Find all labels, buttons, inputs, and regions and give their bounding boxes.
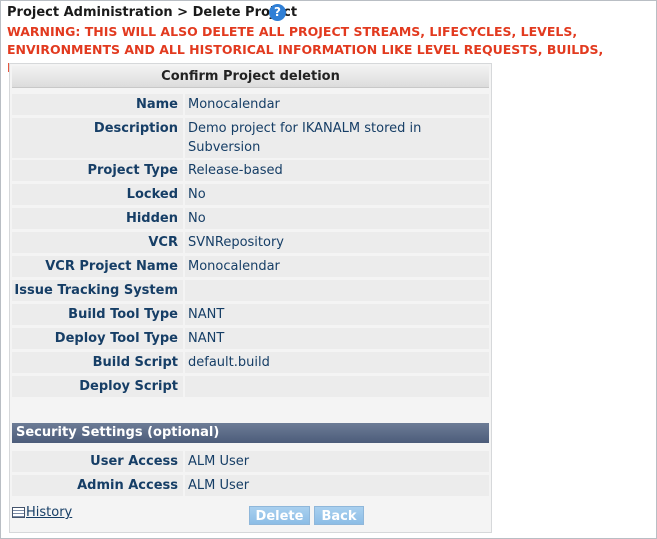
field-value: SVNRepository (185, 232, 489, 253)
field-label: Build Tool Type (12, 304, 183, 325)
history-link-label: History (26, 505, 73, 520)
field-row-build-tool-type: Build Tool Type NANT (12, 304, 489, 325)
field-value: ALM User (185, 451, 489, 472)
field-value: NANT (185, 304, 489, 325)
field-label: VCR Project Name (12, 256, 183, 277)
field-value: Release-based (185, 160, 489, 181)
help-icon[interactable]: ? (269, 4, 286, 21)
field-label: Hidden (12, 208, 183, 229)
field-label: Deploy Tool Type (12, 328, 183, 349)
field-label: Build Script (12, 352, 183, 373)
field-value: ALM User (185, 475, 489, 496)
field-value: Monocalendar (185, 94, 489, 115)
field-label: Admin Access (12, 475, 183, 496)
field-label: Project Type (12, 160, 183, 181)
field-row-description: Description Demo project for IKANALM sto… (12, 118, 489, 158)
field-value: Demo project for IKANALM stored in Subve… (185, 118, 489, 158)
field-value: No (185, 184, 489, 205)
field-value: default.build (185, 352, 489, 373)
security-settings-header: Security Settings (optional) (12, 423, 489, 443)
field-row-vcr: VCR SVNRepository (12, 232, 489, 253)
field-row-vcr-project-name: VCR Project Name Monocalendar (12, 256, 489, 277)
history-link[interactable]: History (12, 505, 72, 521)
field-label: User Access (12, 451, 183, 472)
window-frame: Project Administration > Delete Project … (0, 0, 657, 539)
field-label: Description (12, 118, 183, 158)
field-label: Name (12, 94, 183, 115)
field-row-build-script: Build Script default.build (12, 352, 489, 373)
field-label: Deploy Script (12, 376, 183, 397)
breadcrumb: Project Administration > Delete Project (7, 5, 298, 20)
delete-button[interactable]: Delete (249, 506, 310, 525)
field-row-user-access: User Access ALM User (12, 451, 489, 472)
field-row-name: Name Monocalendar (12, 94, 489, 115)
history-icon (12, 507, 25, 518)
back-button[interactable]: Back (314, 506, 364, 525)
panel-title: Confirm Project deletion (12, 66, 489, 88)
field-row-project-type: Project Type Release-based (12, 160, 489, 181)
field-value (185, 280, 489, 301)
field-value: No (185, 208, 489, 229)
field-label: Issue Tracking System (12, 280, 183, 301)
field-row-locked: Locked No (12, 184, 489, 205)
field-label: VCR (12, 232, 183, 253)
field-value: Monocalendar (185, 256, 489, 277)
field-value (185, 376, 489, 397)
field-value: NANT (185, 328, 489, 349)
confirm-delete-panel: Confirm Project deletion Name Monocalend… (9, 63, 492, 533)
field-row-deploy-tool-type: Deploy Tool Type NANT (12, 328, 489, 349)
field-row-deploy-script: Deploy Script (12, 376, 489, 397)
field-row-admin-access: Admin Access ALM User (12, 475, 489, 496)
field-row-hidden: Hidden No (12, 208, 489, 229)
field-row-issue-tracking: Issue Tracking System (12, 280, 489, 301)
field-label: Locked (12, 184, 183, 205)
